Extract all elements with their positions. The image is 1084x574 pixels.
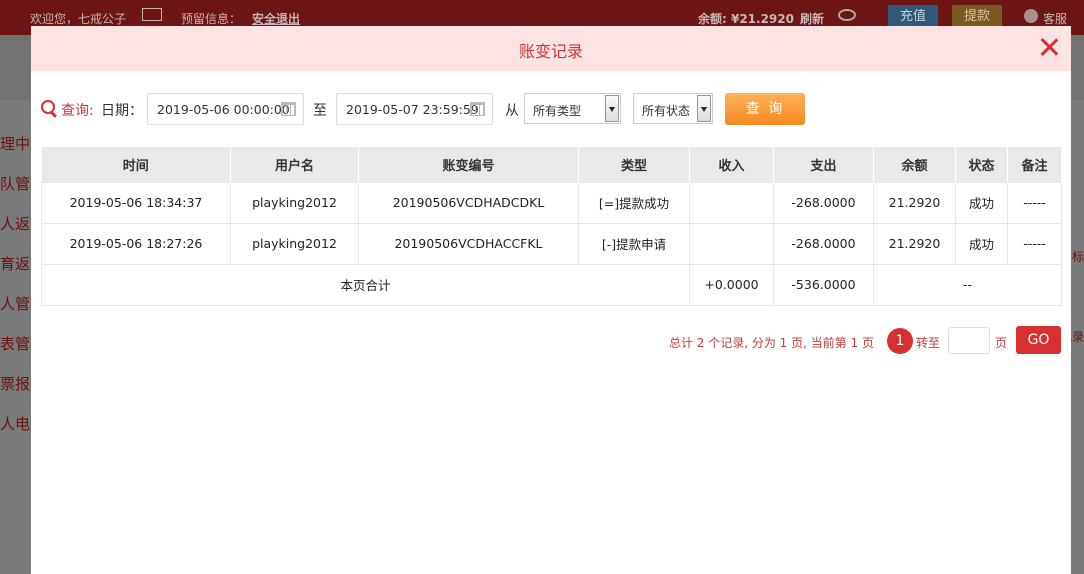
sidebar-item[interactable]: 人返 — [0, 213, 30, 234]
close-icon[interactable] — [1039, 37, 1059, 57]
modal-header: 账变记录 — [31, 26, 1071, 71]
cell-user: playking2012 — [230, 181, 359, 224]
cell-type: [-]提款申请 — [578, 222, 690, 265]
column-header: 用户名 — [230, 147, 359, 182]
query-bar: 查询: 日期： 2019-05-06 00:00:00 至 2019-05-07… — [39, 92, 1059, 126]
sidebar-item[interactable]: 队管 — [0, 173, 30, 194]
end-date-input[interactable]: 2019-05-07 23:59:59 — [336, 93, 493, 125]
table-row: 2019-05-06 18:27:26 playking2012 2019050… — [41, 222, 1062, 265]
cell-income — [689, 181, 774, 224]
goto-page-input[interactable] — [948, 327, 990, 354]
right-edge-item[interactable]: 标 — [1072, 248, 1084, 265]
type-select-value: 所有类型 — [533, 104, 582, 118]
welcome-text: 欢迎您，七戒公子 — [30, 12, 127, 26]
sidebar-item[interactable]: 育返 — [0, 253, 30, 274]
page-unit-label: 页 — [995, 336, 1008, 350]
sidebar-item[interactable]: 表管 — [0, 333, 30, 354]
pagination: 总计 2 个记录, 分为 1 页, 当前第 1 页 1 转至 页 GO — [31, 326, 1061, 356]
cell-balance: 21.2920 — [873, 181, 956, 224]
go-button[interactable]: GO — [1016, 326, 1061, 354]
cell-status: 成功 — [955, 181, 1008, 224]
cell-note: ----- — [1007, 181, 1062, 224]
account-change-modal: 账变记录 查询: 日期： 2019-05-06 00:00:00 至 2019-… — [31, 26, 1071, 574]
cell-status: 成功 — [955, 222, 1008, 265]
total-rest: -- — [873, 263, 1062, 306]
search-icon — [41, 100, 57, 118]
modal-title: 账变记录 — [518, 42, 583, 61]
cell-id: 20190506VCDHADCDKL — [358, 181, 579, 224]
sidebar-item[interactable]: 人电 — [0, 413, 30, 434]
sidebar-item[interactable]: 票报 — [0, 373, 30, 394]
cell-balance: 21.2920 — [873, 222, 956, 265]
to-label: 至 — [313, 103, 327, 119]
total-expense: -536.0000 — [773, 263, 874, 306]
sidebar-item[interactable]: 理中 — [0, 133, 30, 154]
end-date-value: 2019-05-07 23:59:59 — [346, 102, 479, 117]
column-header: 状态 — [955, 147, 1008, 182]
balance-text: 余额: ¥21.2920 — [698, 12, 794, 26]
column-header: 账变编号 — [358, 147, 579, 182]
service-link[interactable]: 客服 — [1043, 10, 1067, 27]
column-header: 类型 — [578, 147, 690, 182]
pagination-summary: 总计 2 个记录, 分为 1 页, 当前第 1 页 — [668, 336, 874, 350]
column-header: 收入 — [689, 147, 774, 182]
cell-id: 20190506VCDHACCFKL — [358, 222, 579, 265]
total-label: 本页合计 — [41, 263, 690, 306]
page-number-button[interactable]: 1 — [887, 328, 913, 354]
sidebar-item[interactable]: 人管 — [0, 293, 30, 314]
start-date-value: 2019-05-06 00:00:00 — [157, 102, 290, 117]
cell-user: playking2012 — [230, 222, 359, 265]
records-table: 时间 用户名 账变编号 类型 收入 支出 余额 状态 备注 2019-05-06… — [41, 147, 1062, 306]
column-header: 余额 — [873, 147, 956, 182]
cell-time: 2019-05-06 18:34:37 — [41, 181, 231, 224]
table-header-row: 时间 用户名 账变编号 类型 收入 支出 余额 状态 备注 — [41, 147, 1062, 182]
calendar-icon[interactable] — [470, 102, 485, 116]
status-select-value: 所有状态 — [642, 104, 691, 118]
cell-type: [=]提款成功 — [578, 181, 690, 224]
type-select[interactable]: 所有类型 — [524, 93, 621, 124]
table-total-row: 本页合计 +0.0000 -536.0000 -- — [41, 263, 1062, 306]
from-label: 从 — [505, 103, 519, 119]
cell-note: ----- — [1007, 222, 1062, 265]
goto-label: 转至 — [916, 336, 941, 350]
status-select[interactable]: 所有状态 — [633, 93, 713, 124]
chevron-down-icon[interactable] — [605, 95, 619, 122]
cell-expense: -268.0000 — [773, 181, 874, 224]
eye-icon[interactable] — [838, 9, 856, 21]
reserved-info-label: 预留信息： — [181, 12, 242, 26]
table-row: 2019-05-06 18:34:37 playking2012 2019050… — [41, 181, 1062, 224]
calendar-icon[interactable] — [281, 102, 296, 116]
chevron-down-icon[interactable] — [697, 95, 711, 122]
start-date-input[interactable]: 2019-05-06 00:00:00 — [147, 93, 304, 125]
column-header: 支出 — [773, 147, 874, 182]
refresh-link[interactable]: 刷新 — [800, 10, 824, 27]
cell-income — [689, 222, 774, 265]
query-label: 查询: — [61, 103, 94, 119]
cell-time: 2019-05-06 18:27:26 — [41, 222, 231, 265]
total-income: +0.0000 — [689, 263, 774, 306]
cell-expense: -268.0000 — [773, 222, 874, 265]
column-header: 备注 — [1007, 147, 1062, 182]
logout-link[interactable]: 安全退出 — [252, 10, 300, 27]
date-label: 日期： — [101, 103, 143, 119]
service-icon — [1024, 9, 1038, 23]
column-header: 时间 — [41, 147, 231, 182]
mail-icon[interactable] — [142, 8, 162, 21]
search-button[interactable]: 查 询 — [725, 93, 805, 125]
